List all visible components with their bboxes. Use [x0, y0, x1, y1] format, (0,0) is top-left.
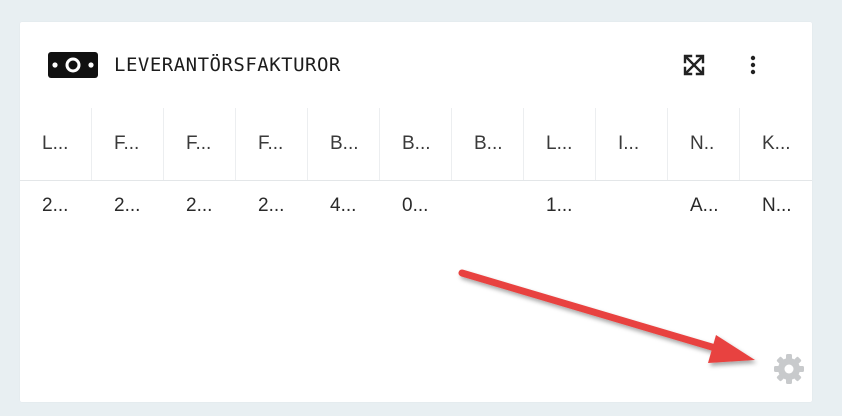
- column-header[interactable]: K...: [740, 108, 812, 180]
- table-cell: [596, 181, 668, 243]
- widget-title: LEVERANTÖRSFAKTUROR: [114, 54, 341, 76]
- table-cell: A...: [690, 195, 719, 216]
- money-bill-icon: [48, 52, 98, 78]
- table-cell: 2...: [258, 195, 285, 216]
- table-cell: 0...: [402, 195, 429, 216]
- gear-icon[interactable]: [772, 352, 806, 386]
- column-header[interactable]: N..: [668, 108, 740, 180]
- column-header[interactable]: B...: [308, 108, 380, 180]
- column-header[interactable]: B...: [380, 108, 452, 180]
- table-header-row: L... F... F... F... B... B... B... L... …: [20, 108, 812, 181]
- column-header[interactable]: F...: [236, 108, 308, 180]
- column-header[interactable]: B...: [452, 108, 524, 180]
- column-header[interactable]: L...: [20, 108, 92, 180]
- expand-icon[interactable]: [680, 51, 708, 79]
- table-row[interactable]: 2... 2... 2... 2... 4... 0... 1... A... …: [20, 181, 812, 243]
- table-cell: 2...: [186, 195, 213, 216]
- vertical-dots-icon[interactable]: [742, 51, 764, 79]
- table-cell: 2...: [42, 195, 69, 216]
- table-cell: [452, 181, 524, 243]
- table-cell: N...: [762, 195, 792, 216]
- invoice-table: L... F... F... F... B... B... B... L... …: [20, 108, 812, 243]
- table-cell: 1...: [546, 195, 573, 216]
- column-header[interactable]: F...: [164, 108, 236, 180]
- column-header[interactable]: L...: [524, 108, 596, 180]
- column-header[interactable]: F...: [92, 108, 164, 180]
- table-cell: 4...: [330, 195, 357, 216]
- supplier-invoices-widget: LEVERANTÖRSFAKTUROR L... F... F... F... …: [20, 22, 812, 402]
- widget-header: LEVERANTÖRSFAKTUROR: [20, 22, 812, 108]
- column-header[interactable]: I...: [596, 108, 668, 180]
- table-cell: 2...: [114, 195, 141, 216]
